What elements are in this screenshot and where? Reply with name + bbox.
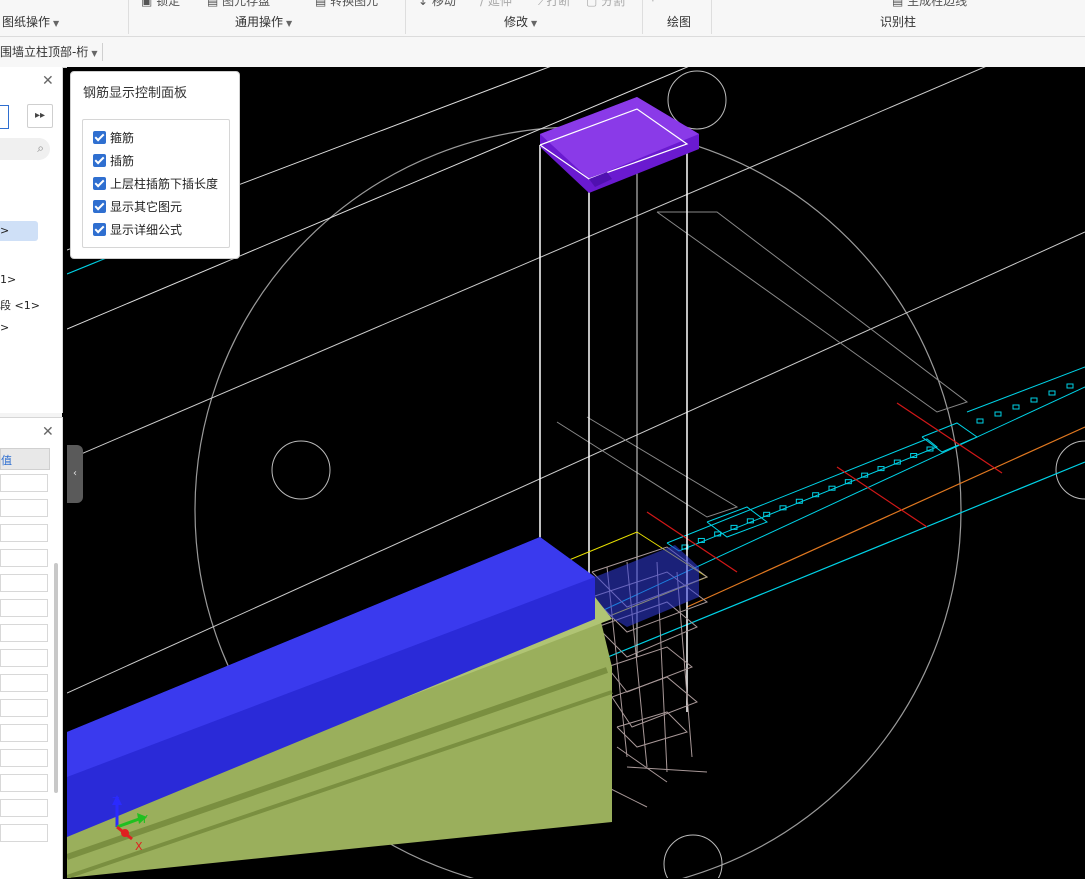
lock-button[interactable]: ▣ 锁定 — [141, 0, 180, 9]
search-input[interactable]: ⌕ — [0, 138, 50, 160]
search-icon: ⌕ — [37, 141, 44, 155]
generate-column-edge-button[interactable]: ▤ 生成柱边线 — [892, 0, 967, 9]
rebar-options-group: 箍筋 插筋 上层柱插筋下插长度 显示其它图元 显示详细公式 — [82, 119, 230, 248]
chevron-down-icon: ▼ — [53, 19, 60, 28]
tree-item-selected[interactable]: > — [0, 221, 38, 241]
toolbar-button[interactable] — [0, 105, 9, 129]
axis-z-label: Z — [112, 795, 120, 808]
wire-frame — [656, 211, 969, 413]
ribbon: 图纸操作 ▼ ▣ 锁定 ▤ 图元存盘 ▤ 转换图元 通用操作 ▼ ↓ 移动 / 延伸… — [0, 0, 1085, 37]
ribbon-group-identify-column-label: 识别柱 — [880, 15, 917, 29]
checkbox-checked-icon[interactable] — [93, 130, 106, 144]
checkbox-checked-icon[interactable] — [93, 176, 106, 190]
close-icon[interactable]: ✕ — [42, 73, 54, 89]
ribbon-group-modify-label[interactable]: 修改 ▼ — [504, 13, 537, 30]
split-button[interactable]: ▢ 分割 — [586, 0, 625, 9]
rebar-dot — [1048, 390, 1056, 396]
prop-header: 值 — [0, 448, 50, 470]
property-value-cell[interactable] — [0, 599, 48, 617]
left-panel: ✕ ▸▸ ⌕ > 1> 段 <1> > ✕ 值 — [0, 67, 63, 879]
tree-item[interactable]: 1> — [0, 273, 16, 286]
rebar-dot — [1012, 404, 1020, 410]
ribbon-group-draw: ⌐ 绘图 — [643, 0, 711, 36]
collapse-panel-handle[interactable]: ‹ — [67, 445, 83, 503]
rebar-display-control-panel: 钢筋显示控制面板 箍筋 插筋 上层柱插筋下插长度 显示其它图元 显示详细公式 — [70, 71, 240, 259]
properties-pane: ✕ 值 — [0, 417, 63, 879]
draw-icon[interactable]: ⌐ — [651, 0, 661, 6]
property-value-cell[interactable] — [0, 649, 48, 667]
axis-x-label: X — [135, 840, 143, 853]
rebar-dot — [1066, 383, 1074, 389]
axis-y-label: Y — [140, 813, 148, 826]
property-value-cell[interactable] — [0, 774, 48, 792]
rebar-dot — [994, 411, 1002, 417]
axis-circle — [1055, 440, 1085, 500]
option-stirrup[interactable]: 箍筋 — [93, 128, 134, 146]
secondary-toolbar: 围墙立柱顶部-桁 ▼ — [0, 37, 1085, 68]
chevron-left-icon: ‹ — [73, 468, 77, 479]
checkbox-checked-icon[interactable] — [93, 199, 106, 213]
extend-button[interactable]: / 延伸 — [480, 0, 512, 9]
ribbon-group-drawing: 图纸操作 ▼ — [0, 0, 128, 36]
option-upper-dowel-length[interactable]: 上层柱插筋下插长度 — [93, 174, 218, 192]
rebar-strip — [966, 366, 1085, 413]
property-value-cell[interactable] — [0, 799, 48, 817]
save-element-button[interactable]: ▤ 图元存盘 — [207, 0, 270, 9]
red-line — [836, 466, 928, 528]
ribbon-group-modify: ↓ 移动 / 延伸 ⟋打断 ▢ 分割 修改 ▼ — [406, 0, 642, 36]
move-button[interactable]: ↓ 移动 — [418, 0, 456, 9]
ribbon-group-general: ▣ 锁定 ▤ 图元存盘 ▤ 转换图元 通用操作 ▼ — [129, 0, 405, 36]
tree-item[interactable]: 段 <1> — [0, 297, 40, 313]
axis-circle — [663, 834, 723, 878]
rebar-box — [706, 506, 769, 538]
rebar-dots — [681, 383, 1074, 550]
red-line — [896, 402, 1003, 474]
chevron-down-icon: ▼ — [91, 49, 98, 58]
component-tree-pane: ✕ ▸▸ ⌕ > 1> 段 <1> > — [0, 67, 63, 413]
ribbon-group-drawing-label[interactable]: 图纸操作 ▼ — [2, 13, 59, 30]
axis-circle — [667, 70, 727, 130]
beam-joint — [595, 545, 699, 627]
ribbon-group-identify-column: ▤ 生成柱边线 识别柱 — [712, 0, 1085, 36]
property-value-cell[interactable] — [0, 549, 48, 567]
chevron-down-icon: ▼ — [531, 19, 538, 28]
ribbon-group-general-label[interactable]: 通用操作 ▼ — [235, 13, 292, 30]
property-value-cell[interactable] — [0, 524, 48, 542]
orange-line — [686, 426, 1085, 608]
property-value-cell[interactable] — [0, 474, 48, 492]
panel-title: 钢筋显示控制面板 — [83, 86, 188, 101]
rebar-strip — [666, 438, 938, 552]
option-show-other-elements[interactable]: 显示其它图元 — [93, 197, 182, 215]
ribbon-group-draw-label: 绘图 — [667, 15, 692, 29]
tree-item[interactable]: > — [0, 321, 9, 334]
checkbox-checked-icon[interactable] — [93, 222, 106, 236]
property-value-cell[interactable] — [0, 499, 48, 517]
chevron-down-icon: ▼ — [286, 19, 293, 28]
wire-frame — [556, 416, 739, 518]
convert-element-button[interactable]: ▤ 转换图元 — [315, 0, 378, 9]
break-button[interactable]: ⟋打断 — [538, 0, 570, 9]
rebar-dot — [976, 418, 984, 424]
property-value-cell[interactable] — [0, 699, 48, 717]
scrollbar[interactable] — [54, 563, 58, 793]
close-icon[interactable]: ✕ — [42, 424, 54, 440]
option-dowel[interactable]: 插筋 — [93, 151, 134, 169]
prop-header-label: 值 — [1, 454, 12, 467]
property-value-cell[interactable] — [0, 749, 48, 767]
axis-circle — [271, 440, 331, 500]
fast-forward-icon[interactable]: ▸▸ — [27, 104, 53, 128]
property-value-cell[interactable] — [0, 674, 48, 692]
option-show-detailed-formula[interactable]: 显示详细公式 — [93, 220, 182, 238]
property-value-cell[interactable] — [0, 824, 48, 842]
property-value-cell[interactable] — [0, 724, 48, 742]
rebar-dot — [1030, 397, 1038, 403]
property-value-cell[interactable] — [0, 574, 48, 592]
property-value-cell[interactable] — [0, 624, 48, 642]
checkbox-checked-icon[interactable] — [93, 153, 106, 167]
floor-select[interactable]: 围墙立柱顶部-桁 ▼ — [0, 43, 103, 61]
